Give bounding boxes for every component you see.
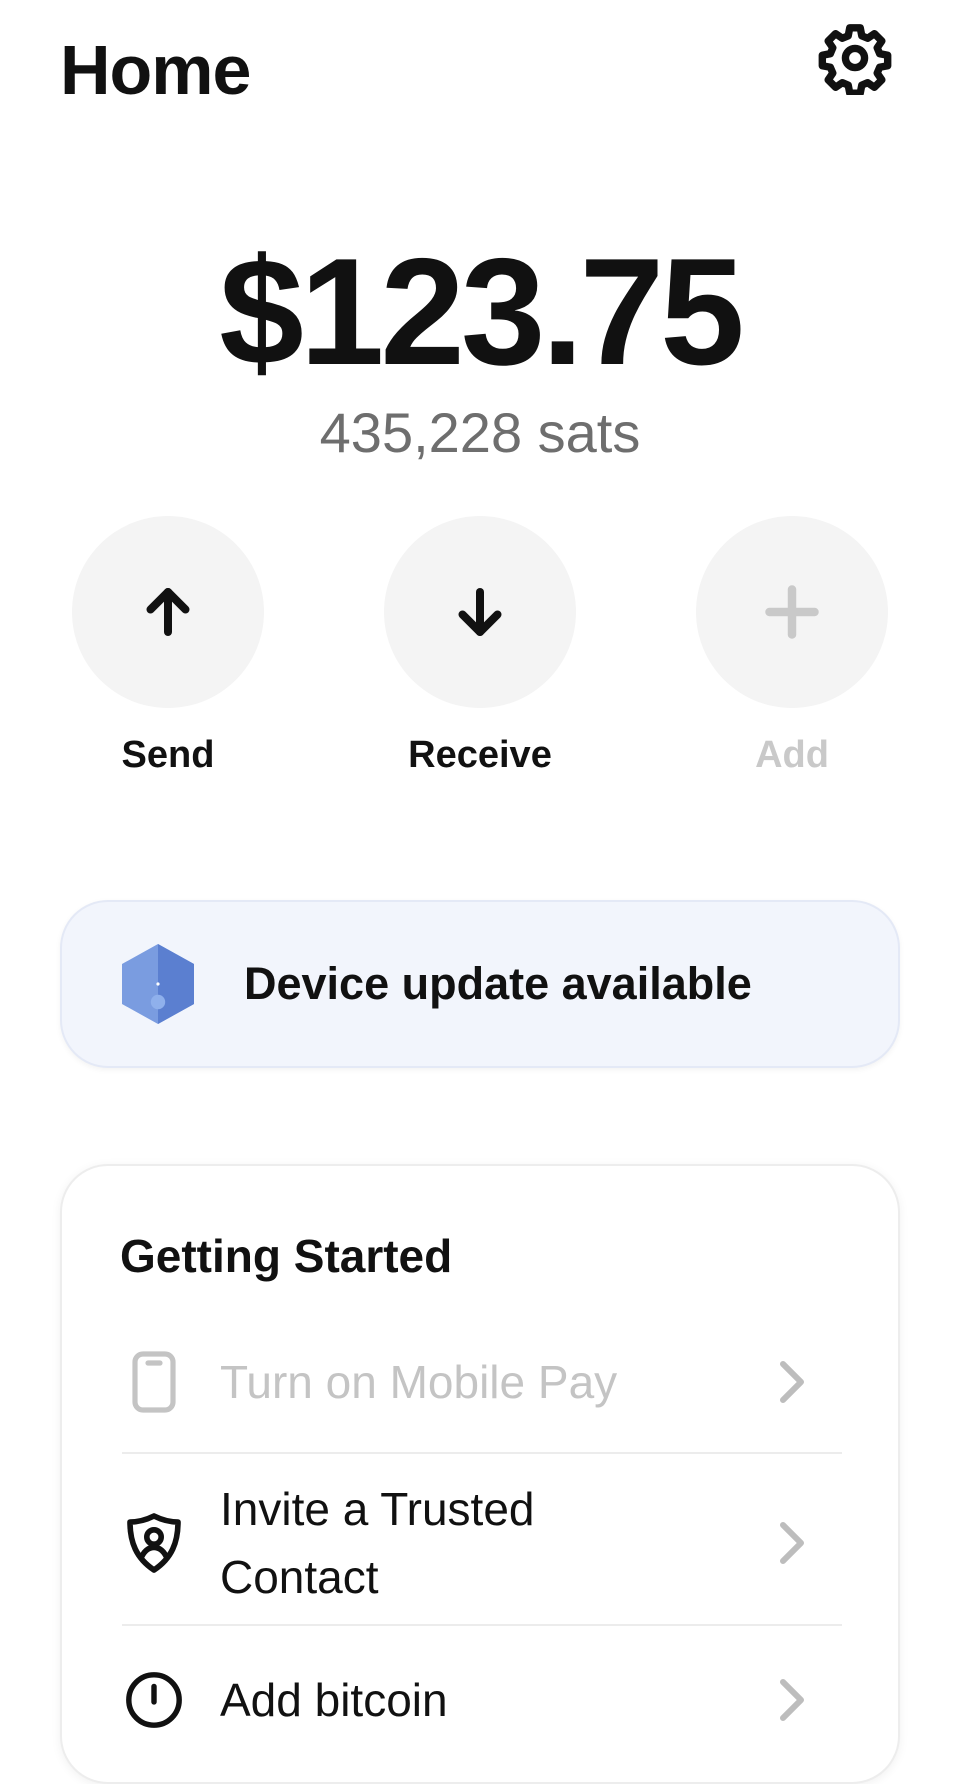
getting-started-title: Getting Started (120, 1230, 453, 1282)
page-title: Home (60, 31, 251, 109)
phone-icon (122, 1350, 186, 1414)
trusted-contact-row[interactable]: Invite a Trusted Contact (122, 1468, 842, 1618)
plus-icon (765, 585, 819, 639)
trusted-contact-label-line1: Invite a Trusted (220, 1483, 535, 1535)
device-update-text: Device update available (244, 958, 752, 1009)
getting-started-card: Getting Started Turn on Mobile Pay Invit… (60, 1164, 900, 1784)
balance-fiat: $123.75 (219, 227, 744, 397)
arrow-up-icon (146, 588, 190, 636)
chevron-right-icon (772, 1676, 812, 1724)
mobile-pay-row[interactable]: Turn on Mobile Pay (122, 1328, 842, 1436)
settings-button[interactable] (815, 18, 895, 98)
receive-button[interactable] (384, 516, 576, 708)
add-label: Add (755, 734, 829, 776)
chevron-right-icon (772, 1519, 812, 1567)
receive-label: Receive (408, 734, 552, 776)
device-hexagon-icon (122, 944, 194, 1024)
add-button[interactable] (696, 516, 888, 708)
trusted-contact-label-line2: Contact (220, 1551, 379, 1603)
row-divider (122, 1452, 842, 1454)
mobile-pay-label: Turn on Mobile Pay (220, 1356, 618, 1408)
send-action[interactable]: Send (72, 516, 264, 778)
send-label: Send (121, 734, 215, 776)
shield-user-icon (122, 1511, 186, 1575)
chevron-right-icon (772, 1358, 812, 1406)
add-bitcoin-row[interactable]: Add bitcoin (122, 1646, 842, 1754)
receive-action[interactable]: Receive (384, 516, 576, 778)
row-divider (122, 1624, 842, 1626)
add-action[interactable]: Add (696, 516, 888, 778)
clock-icon (122, 1668, 186, 1732)
trusted-contact-label: Invite a Trusted Contact (220, 1475, 772, 1611)
add-bitcoin-label: Add bitcoin (220, 1674, 448, 1726)
send-button[interactable] (72, 516, 264, 708)
balance-sats: 435,228 sats (319, 401, 641, 464)
arrow-down-icon (458, 588, 502, 636)
gear-icon (818, 24, 892, 95)
device-update-banner[interactable]: Device update available (60, 900, 900, 1068)
